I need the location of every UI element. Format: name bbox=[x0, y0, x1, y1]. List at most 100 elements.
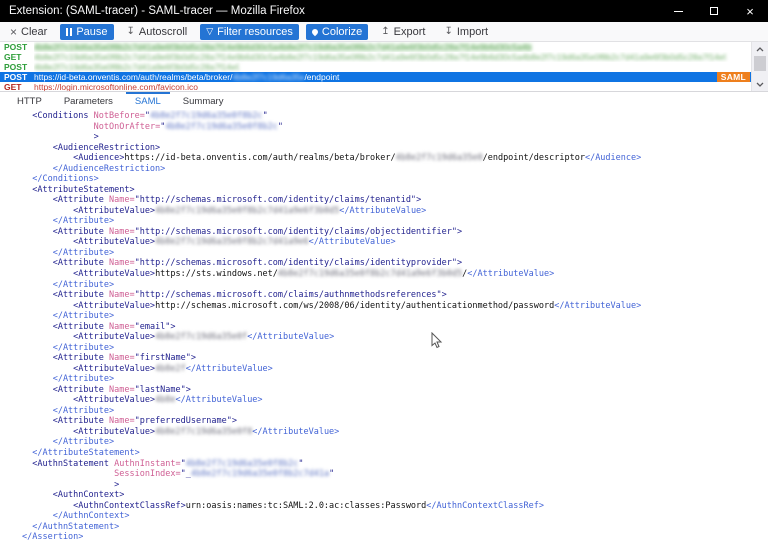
xml-line: </Attribute> bbox=[22, 248, 768, 259]
xml-line: <Attribute Name="http://schemas.microsof… bbox=[22, 290, 768, 301]
export-button[interactable]: ↥ Export bbox=[375, 24, 431, 40]
window-title: Extension: (SAML-tracer) - SAML-tracer —… bbox=[0, 5, 660, 17]
button-label: Colorize bbox=[322, 26, 362, 38]
minimize-icon bbox=[674, 11, 683, 12]
filter-button[interactable]: ▽ Filter resources bbox=[200, 24, 299, 40]
xml-line: <Audience>https://id-beta.onventis.com/a… bbox=[22, 153, 768, 164]
button-label: Export bbox=[394, 26, 426, 38]
pause-button[interactable]: Pause bbox=[60, 24, 113, 40]
xml-line: <Attribute Name="http://schemas.microsof… bbox=[22, 258, 768, 269]
xml-line: SessionIndex="_4b8e2f7c19d6a35e0f8b2c7d4… bbox=[22, 469, 768, 480]
chevron-down-icon bbox=[756, 82, 764, 87]
xml-line: <AttributeValue>4b8e</AttributeValue> bbox=[22, 395, 768, 406]
url-cell: 4b8e2f7c19d6a35e0f8b2c7d41a9e6f3b0d5c28a… bbox=[34, 62, 751, 72]
button-label: Pause bbox=[76, 26, 107, 38]
request-row[interactable]: GEThttps://login.microsoftonline.com/fav… bbox=[0, 82, 751, 91]
request-row[interactable]: POSThttps://id-beta.onventis.com/auth/re… bbox=[0, 72, 751, 82]
xml-line: <AttributeValue>http://schemas.microsoft… bbox=[22, 301, 768, 312]
saml-badge: SAML bbox=[717, 72, 750, 82]
xml-line: </Conditions> bbox=[22, 174, 768, 185]
xml-line: <Attribute Name="http://schemas.microsof… bbox=[22, 227, 768, 238]
xml-viewer: <Conditions NotBefore="4b8e2f7c19d6a35e0… bbox=[0, 110, 768, 547]
method-cell: POST bbox=[0, 72, 34, 82]
close-button[interactable]: × bbox=[732, 0, 768, 22]
tab-http[interactable]: HTTP bbox=[6, 92, 53, 110]
url-cell: 4b8e2f7c19d6a35e0f8b2c7d41a9e6f3b0d5c28a… bbox=[34, 52, 751, 62]
request-list: POST4b8e2f7c19d6a35e0f8b2c7d41a9e6f3b0d5… bbox=[0, 42, 768, 92]
button-label: Autoscroll bbox=[139, 26, 187, 38]
redacted-url-segment: 4b8e2f7c19d6a35e0f bbox=[232, 73, 304, 82]
xml-line: </Attribute> bbox=[22, 406, 768, 417]
xml-line: <Attribute Name="http://schemas.microsof… bbox=[22, 195, 768, 206]
xml-line: <AttributeValue>https://sts.windows.net/… bbox=[22, 269, 768, 280]
close-icon: × bbox=[746, 5, 754, 18]
autoscroll-button[interactable]: ↧ Autoscroll bbox=[121, 24, 194, 40]
xml-line: > bbox=[22, 132, 768, 143]
request-row[interactable]: GET4b8e2f7c19d6a35e0f8b2c7d41a9e6f3b0d5c… bbox=[0, 52, 751, 62]
clear-button[interactable]: × Clear bbox=[4, 24, 53, 40]
droplet-icon bbox=[312, 29, 318, 35]
xml-line: </Attribute> bbox=[22, 437, 768, 448]
redacted-url-segment: 4b8e2f7c19d6a35e0f8b2c7d41a9e6f3b0d5c28a… bbox=[34, 63, 239, 72]
scroll-down-button[interactable] bbox=[752, 78, 768, 90]
detail-tabbar: HTTPParametersSAMLSummary bbox=[0, 92, 768, 110]
tab-saml[interactable]: SAML bbox=[124, 92, 172, 110]
method-cell: GET bbox=[0, 82, 34, 91]
url-cell: https://id-beta.onventis.com/auth/realms… bbox=[34, 72, 751, 82]
xml-line: NotOnOrAfter="4b8e2f7c19d6a35e0f8b2c" bbox=[22, 122, 768, 133]
url-cell: https://login.microsoftonline.com/favico… bbox=[34, 82, 751, 91]
button-label: Import bbox=[457, 26, 488, 38]
redacted-url-segment: 4b8e2f7c19d6a35e0f8b2c7d41a9e6f3b0d5c28a… bbox=[34, 43, 532, 52]
tab-parameters[interactable]: Parameters bbox=[53, 92, 124, 110]
button-label: Filter resources bbox=[217, 26, 293, 38]
xml-line: </AudienceRestriction> bbox=[22, 164, 768, 175]
arrow-up-bar-icon: ↥ bbox=[381, 27, 389, 37]
xml-line: </AttributeStatement> bbox=[22, 448, 768, 459]
maximize-button[interactable] bbox=[696, 0, 732, 22]
method-cell: POST bbox=[0, 62, 34, 72]
clear-x-icon: × bbox=[10, 26, 17, 38]
xml-line: </Attribute> bbox=[22, 216, 768, 227]
xml-line: <Attribute Name="lastName"> bbox=[22, 385, 768, 396]
pause-icon bbox=[66, 28, 72, 36]
tab-summary[interactable]: Summary bbox=[172, 92, 235, 110]
method-cell: GET bbox=[0, 52, 34, 62]
xml-line: </Attribute> bbox=[22, 280, 768, 291]
window-titlebar: Extension: (SAML-tracer) - SAML-tracer —… bbox=[0, 0, 768, 22]
funnel-icon: ▽ bbox=[206, 27, 213, 36]
xml-line: <AuthnContextClassRef>urn:oasis:names:tc… bbox=[22, 501, 768, 512]
xml-line: <AttributeStatement> bbox=[22, 185, 768, 196]
xml-line: > bbox=[22, 480, 768, 491]
xml-line: </Attribute> bbox=[22, 343, 768, 354]
redacted-url-segment: 4b8e2f7c19d6a35e0f8b2c7d41a9e6f3b0d5c28a… bbox=[34, 53, 726, 62]
arrow-down-bar-icon: ↧ bbox=[127, 27, 135, 37]
xml-line: <Attribute Name="preferredUsername"> bbox=[22, 416, 768, 427]
minimize-button[interactable] bbox=[660, 0, 696, 22]
arrow-down-bar-icon: ↧ bbox=[444, 27, 452, 37]
xml-line: </Attribute> bbox=[22, 311, 768, 322]
xml-line: <AttributeValue>4b8e2f7c19d6a35e0f8</Att… bbox=[22, 427, 768, 438]
request-row[interactable]: POST4b8e2f7c19d6a35e0f8b2c7d41a9e6f3b0d5… bbox=[0, 62, 751, 72]
chevron-up-icon bbox=[756, 47, 764, 52]
colorize-button[interactable]: Colorize bbox=[306, 24, 368, 40]
xml-line: <AttributeValue>4b8e2f7c19d6a35e0f</Attr… bbox=[22, 332, 768, 343]
xml-line: <AttributeValue>4b8e2f7c19d6a35e0f8b2c7d… bbox=[22, 237, 768, 248]
scroll-thumb[interactable] bbox=[754, 56, 766, 71]
maximize-icon bbox=[710, 7, 718, 15]
import-button[interactable]: ↧ Import bbox=[438, 24, 494, 40]
url-cell: 4b8e2f7c19d6a35e0f8b2c7d41a9e6f3b0d5c28a… bbox=[34, 42, 751, 52]
xml-line: <AttributeValue>4b8e2f7c19d6a35e0f8b2c7d… bbox=[22, 206, 768, 217]
toolbar: × Clear Pause ↧ Autoscroll ▽ Filter resources C… bbox=[0, 22, 768, 42]
xml-line: <AuthnStatement AuthnInstant="4b8e2f7c19… bbox=[22, 459, 768, 470]
scrollbar[interactable] bbox=[751, 42, 768, 91]
xml-line: <AuthnContext> bbox=[22, 490, 768, 501]
xml-line: <AttributeValue>4b8e2f</AttributeValue> bbox=[22, 364, 768, 375]
method-cell: POST bbox=[0, 42, 34, 52]
xml-line: </Attribute> bbox=[22, 374, 768, 385]
request-row[interactable]: POST4b8e2f7c19d6a35e0f8b2c7d41a9e6f3b0d5… bbox=[0, 42, 751, 52]
scroll-up-button[interactable] bbox=[752, 43, 768, 55]
xml-line: </AuthnContext> bbox=[22, 511, 768, 522]
button-label: Clear bbox=[21, 26, 47, 38]
window-controls: × bbox=[660, 0, 768, 22]
xml-line: <Attribute Name="email"> bbox=[22, 322, 768, 333]
